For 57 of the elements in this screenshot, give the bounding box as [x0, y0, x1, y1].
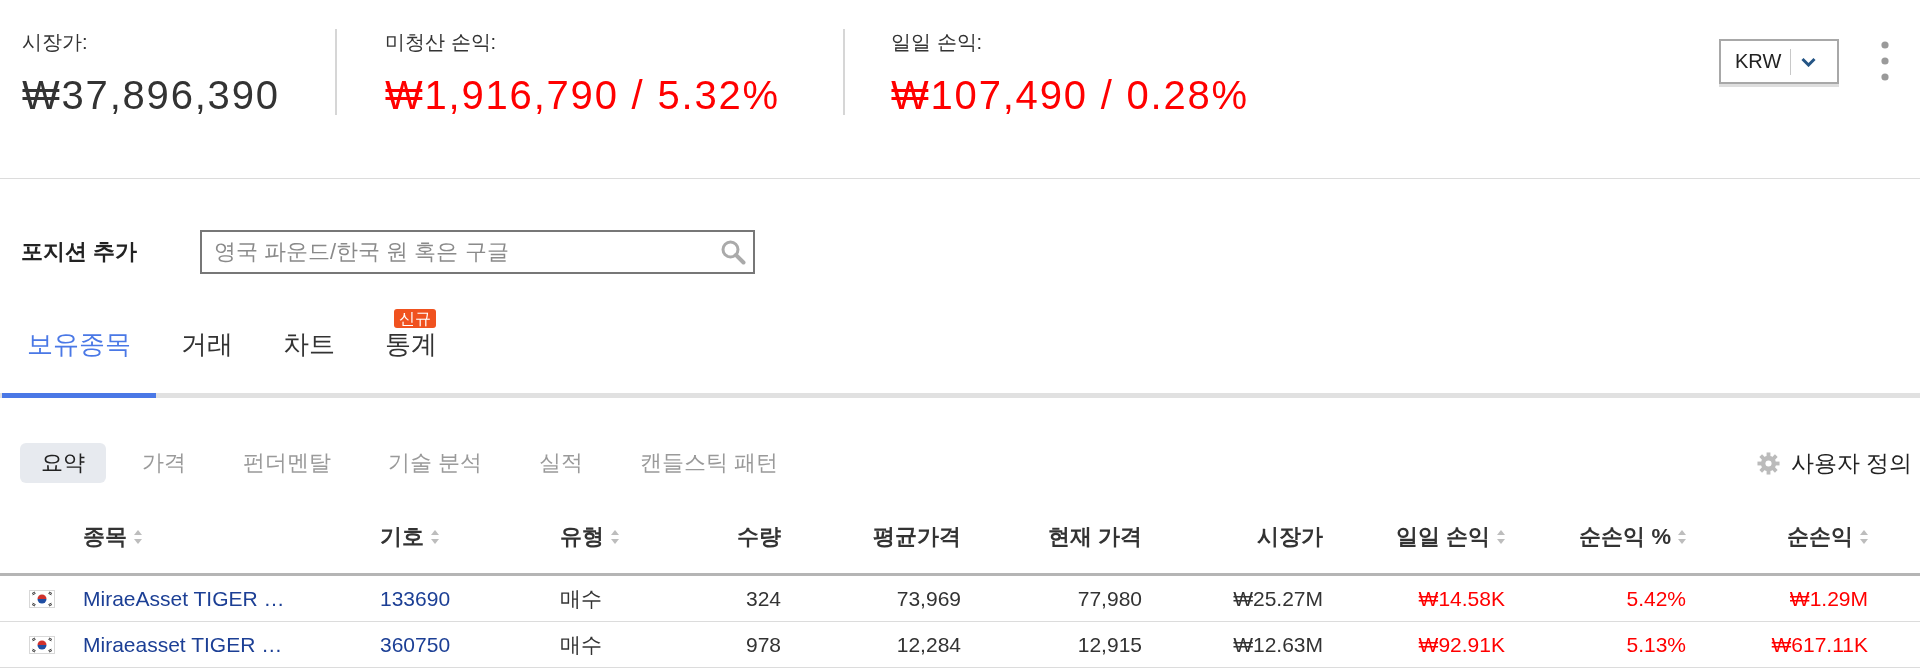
table-cell: ₩25.27M	[1233, 586, 1323, 610]
symbol-link[interactable]: 133690	[380, 586, 451, 610]
search-input[interactable]: 영국 파운드/한국 원 혹은 구글	[200, 230, 755, 274]
summary-label: 시장가:	[22, 30, 88, 54]
symbol-link[interactable]: 360750	[380, 632, 451, 656]
summary-label: 미청산 손익:	[385, 30, 497, 54]
gear-icon	[1756, 451, 1780, 475]
column-header: 현재 가격	[1047, 525, 1142, 549]
table-cell: 73,969	[896, 586, 961, 610]
more-options-icon[interactable]	[1881, 41, 1889, 81]
column-header: 수량	[737, 525, 781, 549]
column-header[interactable]: 일일 손익	[1395, 525, 1490, 549]
sort-icon[interactable]	[1497, 530, 1505, 544]
table-cell: ₩12.63M	[1233, 632, 1323, 656]
table-cell: 5.42%	[1626, 586, 1686, 610]
column-header[interactable]: 기호	[380, 525, 424, 549]
table-cell: 12,915	[1077, 632, 1142, 656]
table-cell: 324	[745, 586, 781, 610]
table-cell: ₩14.58K	[1418, 586, 1505, 610]
table-cell: 매수	[560, 632, 602, 656]
sort-icon[interactable]	[1678, 530, 1686, 544]
search-icon[interactable]	[720, 239, 746, 265]
customize-button[interactable]: 사용자 정의	[1756, 447, 1912, 479]
sort-icon[interactable]	[611, 530, 619, 544]
summary-value: ₩37,896,390	[22, 73, 280, 117]
sort-icon[interactable]	[134, 530, 142, 544]
flag-icon	[29, 589, 55, 608]
stock-name-link[interactable]: MiraeAsset TIGER …	[83, 586, 285, 610]
column-header: 평균가격	[873, 525, 961, 549]
view-tab[interactable]: 요약	[20, 443, 106, 483]
column-header[interactable]: 순손익 %	[1579, 525, 1671, 549]
table-cell: 5.13%	[1626, 632, 1686, 656]
table-cell: 12,284	[896, 632, 961, 656]
tab[interactable]: 보유종목	[2, 300, 156, 398]
column-header[interactable]: 유형	[560, 525, 604, 549]
table-cell: ₩617.11K	[1771, 632, 1868, 656]
stock-name-link[interactable]: Miraeasset TIGER …	[83, 632, 283, 656]
column-header: 시장가	[1257, 525, 1323, 549]
table-cell: 978	[745, 632, 781, 656]
table-cell: 77,980	[1077, 586, 1142, 610]
flag-icon	[29, 635, 55, 654]
new-badge: 신규	[394, 309, 436, 328]
column-header[interactable]: 종목	[83, 525, 127, 549]
column-header[interactable]: 순손익	[1787, 525, 1853, 549]
currency-select[interactable]: KRW	[1719, 39, 1839, 84]
table-cell: ₩1.29M	[1789, 586, 1868, 610]
sort-icon[interactable]	[1860, 530, 1868, 544]
tab[interactable]: 차트	[258, 300, 360, 398]
add-position-label: 포지션 추가	[21, 239, 138, 264]
tab[interactable]: 거래	[156, 300, 258, 398]
chevron-down-icon	[1801, 56, 1817, 67]
sort-icon[interactable]	[431, 530, 439, 544]
summary-value: ₩1,916,790 / 5.32%	[385, 73, 780, 117]
table-cell: 매수	[560, 586, 602, 610]
table-cell: ₩92.91K	[1418, 632, 1505, 656]
summary-value: ₩107,490 / 0.28%	[891, 73, 1249, 117]
summary-label: 일일 손익:	[891, 30, 983, 54]
